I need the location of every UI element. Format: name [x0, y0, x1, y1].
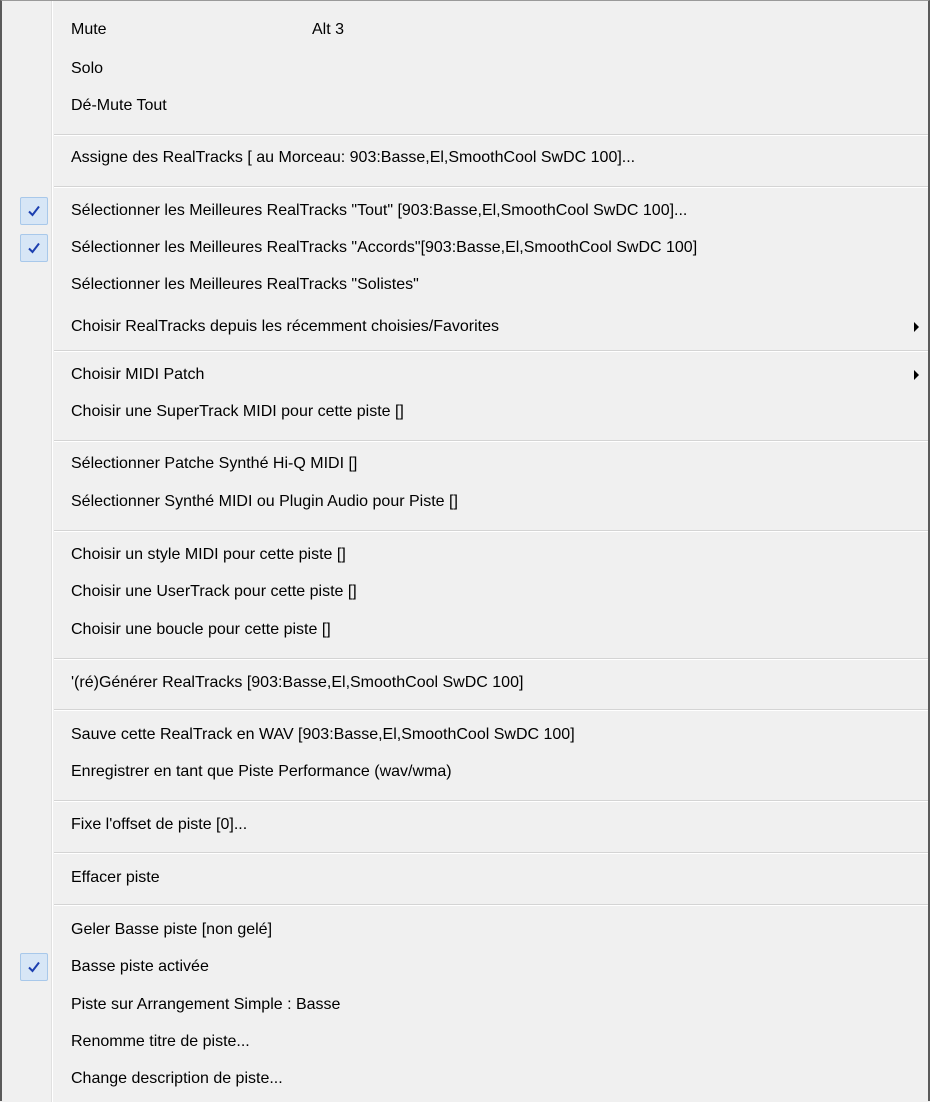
menu-item-track-offset[interactable]: Fixe l'offset de piste [0]... — [2, 808, 928, 842]
menu-item-label: Basse piste activée — [71, 958, 209, 975]
menu-item-freeze-track[interactable]: Geler Basse piste [non gelé] — [2, 913, 928, 947]
menu-item-best-realtracks-soloists[interactable]: Sélectionner les Meilleures RealTracks "… — [2, 268, 928, 302]
menu-item-label: Sélectionner les Meilleures RealTracks "… — [71, 239, 698, 256]
menu-item-label: Sélectionner les Meilleures RealTracks "… — [71, 276, 419, 293]
menu-item-midi-synth-plugin[interactable]: Sélectionner Synthé MIDI ou Plugin Audio… — [2, 485, 928, 519]
menu-item-label: Choisir RealTracks depuis les récemment … — [71, 318, 499, 335]
menu-item-label: Enregistrer en tant que Piste Performanc… — [71, 763, 452, 780]
menu-item-label: Sélectionner les Meilleures RealTracks "… — [71, 202, 688, 219]
menu-item-hiq-synth-patch[interactable]: Sélectionner Patche Synthé Hi-Q MIDI [] — [2, 447, 928, 481]
menu-item-label: Effacer piste — [71, 869, 160, 886]
menu-separator — [54, 658, 928, 660]
menu-item-usertrack[interactable]: Choisir une UserTrack pour cette piste [… — [2, 575, 928, 609]
menu-item-rename-track[interactable]: Renomme titre de piste... — [2, 1025, 928, 1059]
menu-item-save-performance[interactable]: Enregistrer en tant que Piste Performanc… — [2, 755, 928, 789]
menu-item-label: Assigne des RealTracks [ au Morceau: 903… — [71, 149, 636, 166]
menu-item-erase-track[interactable]: Effacer piste — [2, 861, 928, 895]
menu-item-label: Mute — [71, 21, 107, 38]
menu-item-mute[interactable]: Mute Alt 3 — [2, 13, 928, 47]
menu-separator — [54, 186, 928, 188]
menu-item-label: Renomme titre de piste... — [71, 1033, 250, 1050]
menu-item-assign-realtracks[interactable]: Assigne des RealTracks [ au Morceau: 903… — [2, 141, 928, 175]
menu-item-label: Piste sur Arrangement Simple : Basse — [71, 996, 341, 1013]
menu-separator — [54, 904, 928, 906]
menu-item-label: Choisir un style MIDI pour cette piste [… — [71, 546, 346, 563]
menu-item-best-realtracks-chords[interactable]: Sélectionner les Meilleures RealTracks "… — [2, 231, 928, 265]
menu-item-label: Solo — [71, 60, 104, 77]
menu-item-best-realtracks-all[interactable]: Sélectionner les Meilleures RealTracks "… — [2, 194, 928, 228]
menu-item-midi-style[interactable]: Choisir un style MIDI pour cette piste [… — [2, 538, 928, 572]
submenu-arrow-icon — [914, 370, 919, 380]
menu-item-label: Sélectionner Patche Synthé Hi-Q MIDI [] — [71, 455, 358, 472]
menu-item-simple-arrangement[interactable]: Piste sur Arrangement Simple : Basse — [2, 988, 928, 1022]
menu-separator — [54, 134, 928, 136]
checkmark-icon — [20, 197, 48, 225]
menu-item-label: Geler Basse piste [non gelé] — [71, 921, 273, 938]
menu-item-track-enabled[interactable]: Basse piste activée — [2, 950, 928, 984]
menu-item-label: Change description de piste... — [71, 1070, 283, 1087]
menu-separator — [54, 530, 928, 532]
menu-item-label: Choisir une boucle pour cette piste [] — [71, 621, 331, 638]
menu-item-label: Choisir MIDI Patch — [71, 366, 205, 383]
menu-item-label: Fixe l'offset de piste [0]... — [71, 816, 248, 833]
checkmark-icon — [20, 953, 48, 981]
submenu-arrow-icon — [914, 322, 919, 332]
menu-item-midi-supertrack[interactable]: Choisir une SuperTrack MIDI pour cette p… — [2, 395, 928, 429]
checkmark-icon — [20, 234, 48, 262]
menu-item-label: Choisir une SuperTrack MIDI pour cette p… — [71, 403, 404, 420]
menu-item-label: Choisir une UserTrack pour cette piste [… — [71, 583, 357, 600]
menu-item-label: Dé-Mute Tout — [71, 97, 167, 114]
menu-item-solo[interactable]: Solo — [2, 52, 928, 86]
menu-separator — [54, 350, 928, 352]
menu-item-shortcut: Alt 3 — [312, 21, 345, 38]
menu-item-regenerate-realtracks[interactable]: '(ré)Générer RealTracks [903:Basse,El,Sm… — [2, 666, 928, 700]
menu-separator — [54, 852, 928, 854]
menu-item-loop[interactable]: Choisir une boucle pour cette piste [] — [2, 613, 928, 647]
menu-item-change-description[interactable]: Change description de piste... — [2, 1062, 928, 1096]
menu-item-choose-midi-patch[interactable]: Choisir MIDI Patch — [2, 358, 928, 392]
menu-item-recent-favorites[interactable]: Choisir RealTracks depuis les récemment … — [2, 310, 928, 344]
menu-separator — [54, 709, 928, 711]
menu-item-unmute-all[interactable]: Dé-Mute Tout — [2, 89, 928, 123]
context-menu: Mute Alt 3 Solo Dé-Mute Tout Assigne des… — [0, 0, 930, 1102]
menu-item-label: Sélectionner Synthé MIDI ou Plugin Audio… — [71, 493, 458, 510]
menu-separator — [54, 800, 928, 802]
menu-item-label: '(ré)Générer RealTracks [903:Basse,El,Sm… — [71, 674, 524, 691]
menu-item-save-wav[interactable]: Sauve cette RealTrack en WAV [903:Basse,… — [2, 718, 928, 752]
menu-item-label: Sauve cette RealTrack en WAV [903:Basse,… — [71, 726, 575, 743]
menu-separator — [54, 440, 928, 442]
